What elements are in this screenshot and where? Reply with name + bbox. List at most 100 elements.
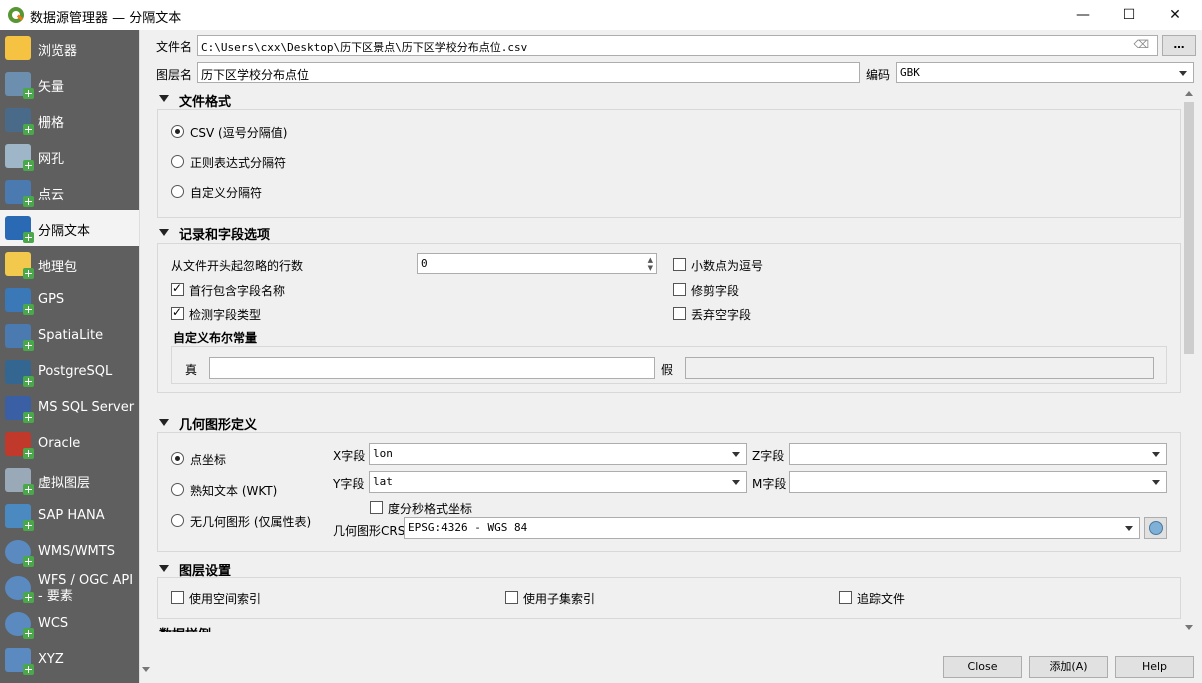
chevron-down-icon <box>732 480 740 485</box>
csv-radio[interactable] <box>171 125 184 138</box>
point-coordinates-label[interactable]: 点坐标 <box>190 451 226 468</box>
point-cloud-icon <box>5 180 34 207</box>
regex-label[interactable]: 正则表达式分隔符 <box>190 154 286 171</box>
add-icon <box>23 628 34 639</box>
close-window-button[interactable]: ✕ <box>1152 0 1198 30</box>
main-scrollbar[interactable] <box>1182 88 1196 633</box>
watch-file-label[interactable]: 追踪文件 <box>857 590 905 607</box>
skip-lines-spinbox[interactable]: 0 ▲ ▼ <box>417 253 657 274</box>
sidebar-item[interactable]: 点云 <box>0 174 139 210</box>
m-field-label: M字段 <box>752 477 787 491</box>
help-button[interactable]: Help <box>1115 656 1194 678</box>
geometry-title[interactable]: 几何图形定义 <box>179 414 257 433</box>
subset-index-label[interactable]: 使用子集索引 <box>523 590 595 607</box>
wkt-radio[interactable] <box>171 483 184 496</box>
mesh-icon <box>5 144 34 171</box>
sidebar-item[interactable]: PostgreSQL <box>0 354 139 390</box>
record-options-title[interactable]: 记录和字段选项 <box>179 224 270 243</box>
add-icon <box>23 664 34 675</box>
chevron-down-icon <box>1152 452 1160 457</box>
true-value-input[interactable] <box>209 357 655 379</box>
first-row-headers-label[interactable]: 首行包含字段名称 <box>189 282 285 299</box>
maximize-button[interactable]: ☐ <box>1106 0 1152 30</box>
layer-name-input[interactable]: 历下区学校分布点位 <box>197 62 860 83</box>
csv-label[interactable]: CSV (逗号分隔值) <box>190 124 287 141</box>
spin-arrows-icon[interactable]: ▲ ▼ <box>648 256 653 272</box>
encoding-select[interactable]: GBK <box>896 62 1194 83</box>
sidebar-item[interactable]: WCS <box>0 606 139 642</box>
subset-index-checkbox[interactable] <box>505 591 518 604</box>
sidebar-item[interactable]: GPS <box>0 282 139 318</box>
custom-delimiter-radio[interactable] <box>171 185 184 198</box>
collapse-triangle-icon[interactable] <box>159 565 169 572</box>
y-field-select[interactable]: lat <box>369 471 747 493</box>
detect-types-label[interactable]: 检测字段类型 <box>189 306 261 323</box>
close-button[interactable]: Close <box>943 656 1022 678</box>
crs-selector-button[interactable] <box>1144 517 1167 539</box>
wkt-label[interactable]: 熟知文本 (WKT) <box>190 482 277 499</box>
virtual-layer-icon <box>5 468 34 495</box>
scroll-down-icon[interactable] <box>1185 625 1193 630</box>
z-field-select[interactable] <box>789 443 1167 465</box>
custom-delimiter-label[interactable]: 自定义分隔符 <box>190 184 262 201</box>
sidebar-item[interactable]: 栅格 <box>0 102 139 138</box>
sidebar-scrollbar[interactable] <box>139 30 151 683</box>
title-bar: 数据源管理器 — 分隔文本 — ☐ ✕ <box>0 0 1202 30</box>
sidebar-item[interactable]: Oracle <box>0 426 139 462</box>
sidebar-item[interactable]: 虚拟图层 <box>0 462 139 498</box>
first-row-headers-checkbox[interactable] <box>171 281 184 296</box>
sidebar-item-label: 虚拟图层 <box>38 476 91 491</box>
minimize-button[interactable]: — <box>1060 0 1106 30</box>
wfs-icon <box>5 576 34 603</box>
false-value-input[interactable] <box>685 357 1154 379</box>
collapse-triangle-icon[interactable] <box>159 419 169 426</box>
trim-fields-label[interactable]: 修剪字段 <box>691 282 739 299</box>
spatial-index-label[interactable]: 使用空间索引 <box>189 590 261 607</box>
browse-button[interactable]: … <box>1162 35 1196 56</box>
crs-select[interactable]: EPSG:4326 - WGS 84 <box>404 517 1140 539</box>
file-name-input[interactable]: C:\Users\cxx\Desktop\历下区景点\历下区学校分布点位.csv… <box>197 35 1158 56</box>
sidebar-item[interactable]: 网孔 <box>0 138 139 174</box>
watch-file-checkbox[interactable] <box>839 591 852 604</box>
clear-icon[interactable]: ⌫ <box>1133 38 1149 51</box>
no-geometry-label[interactable]: 无几何图形 (仅属性表) <box>190 513 311 530</box>
discard-empty-checkbox[interactable] <box>673 307 686 320</box>
sidebar-item-label: Oracle <box>38 436 81 451</box>
encoding-value: GBK <box>900 66 920 79</box>
m-field-select[interactable] <box>789 471 1167 493</box>
x-field-select[interactable]: lon <box>369 443 747 465</box>
delimited-text-icon <box>5 216 34 243</box>
file-format-title[interactable]: 文件格式 <box>179 91 231 110</box>
dms-label[interactable]: 度分秒格式坐标 <box>388 500 472 517</box>
point-coordinates-radio[interactable] <box>171 452 184 465</box>
spatial-index-checkbox[interactable] <box>171 591 184 604</box>
detect-types-checkbox[interactable] <box>171 305 184 320</box>
sidebar-item[interactable]: 浏览器 <box>0 30 139 66</box>
sidebar-item[interactable]: WFS / OGC API - 要素 <box>0 570 139 606</box>
scroll-up-icon[interactable] <box>1185 91 1193 96</box>
regex-radio[interactable] <box>171 155 184 168</box>
skip-lines-value: 0 <box>421 257 428 270</box>
decimal-comma-label[interactable]: 小数点为逗号 <box>691 257 763 274</box>
decimal-comma-checkbox[interactable] <box>673 258 686 271</box>
scroll-down-icon[interactable] <box>142 667 150 672</box>
add-icon <box>23 232 34 243</box>
sidebar-item[interactable]: 地理包 <box>0 246 139 282</box>
sidebar-item[interactable]: XYZ <box>0 642 139 678</box>
discard-empty-label[interactable]: 丢弃空字段 <box>691 306 751 323</box>
trim-fields-checkbox[interactable] <box>673 283 686 296</box>
add-icon <box>23 124 34 135</box>
sidebar-item[interactable]: 分隔文本 <box>0 210 139 246</box>
vector-icon <box>5 72 34 99</box>
sidebar-item[interactable]: SpatiaLite <box>0 318 139 354</box>
sidebar-item[interactable]: SAP HANA <box>0 498 139 534</box>
scrollbar-thumb[interactable] <box>1184 102 1194 354</box>
dms-checkbox[interactable] <box>370 501 383 514</box>
sidebar-item[interactable]: WMS/WMTS <box>0 534 139 570</box>
sidebar-item[interactable]: MS SQL Server <box>0 390 139 426</box>
add-button[interactable]: 添加(A) <box>1029 656 1108 678</box>
collapse-triangle-icon[interactable] <box>159 95 169 102</box>
sidebar-item[interactable]: 矢量 <box>0 66 139 102</box>
no-geometry-radio[interactable] <box>171 514 184 527</box>
collapse-triangle-icon[interactable] <box>159 229 169 236</box>
